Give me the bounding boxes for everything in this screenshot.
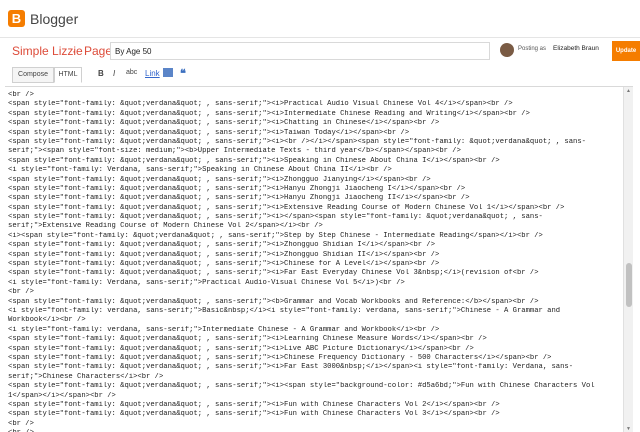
- code-line[interactable]: <i style="font-family: Verdana, sans-ser…: [8, 166, 620, 175]
- editor-scrollbar[interactable]: ▲ ▼: [623, 87, 633, 432]
- code-line[interactable]: 1</span></i></span><br />: [8, 392, 620, 401]
- code-line[interactable]: <span style="font-family: &quot;verdana&…: [8, 269, 620, 278]
- top-header: Blogger: [0, 0, 640, 38]
- code-line[interactable]: <span style="font-family: &quot;verdana&…: [8, 129, 620, 138]
- strikethrough-button[interactable]: abc: [126, 69, 137, 76]
- code-line[interactable]: serif;">Extensive Reading Course of Mode…: [8, 222, 620, 231]
- html-editor[interactable]: <br /> <span style="font-family: &quot;ve…: [5, 86, 633, 432]
- code-line[interactable]: <span style="font-family: &quot;verdana&…: [8, 138, 620, 147]
- code-line[interactable]: <span style="font-family: &quot;verdana&…: [8, 335, 620, 344]
- code-line[interactable]: <i style="font-family: verdana, sans-ser…: [8, 307, 620, 316]
- code-line[interactable]: <span style="font-family: &quot;verdana&…: [8, 176, 620, 185]
- post-header: Simple Lizzie · Page Posting as Elizabet…: [0, 38, 640, 64]
- blogger-logo-icon[interactable]: [8, 10, 25, 27]
- post-type-label: Page: [84, 44, 113, 58]
- scroll-down-arrow-icon[interactable]: ▼: [626, 426, 631, 432]
- update-button[interactable]: Update: [612, 41, 640, 61]
- bold-button[interactable]: B: [98, 69, 104, 78]
- code-line[interactable]: serif;"><span style="font-size: medium;"…: [8, 147, 620, 156]
- code-line[interactable]: <span style="font-family: &quot;verdana&…: [8, 260, 620, 269]
- code-line[interactable]: <span style="font-family: &quot;verdana&…: [8, 345, 620, 354]
- code-line[interactable]: <span style="font-family: &quot;verdana&…: [8, 110, 620, 119]
- code-line[interactable]: <span style="font-family: &quot;verdana&…: [8, 382, 620, 391]
- avatar[interactable]: [500, 43, 514, 57]
- compose-mode-tab[interactable]: Compose: [12, 67, 54, 83]
- code-line[interactable]: <i><span style="font-family: &quot;verda…: [8, 232, 620, 241]
- code-line[interactable]: <span style="font-family: &quot;verdana&…: [8, 100, 620, 109]
- html-code-area[interactable]: <br /> <span style="font-family: &quot;ve…: [8, 91, 620, 432]
- scroll-thumb[interactable]: [626, 263, 632, 307]
- code-line[interactable]: <span style="font-family: &quot;verdana&…: [8, 157, 620, 166]
- insert-image-icon[interactable]: [163, 68, 173, 77]
- user-name[interactable]: Elizabeth Braun: [553, 45, 599, 52]
- code-line[interactable]: <i style="font-family: verdana, sans-ser…: [8, 326, 620, 335]
- code-line[interactable]: <span style="font-family: &quot;verdana&…: [8, 251, 620, 260]
- code-line[interactable]: <span style="font-family: &quot;verdana&…: [8, 410, 620, 419]
- code-line[interactable]: Workbook</i><br />: [8, 316, 620, 325]
- code-line[interactable]: <br />: [8, 91, 620, 100]
- code-line[interactable]: <span style="font-family: &quot;verdana&…: [8, 204, 620, 213]
- code-line[interactable]: <span style="font-family: &quot;verdana&…: [8, 363, 620, 372]
- code-line[interactable]: serif;">Chinese Characters</i><br />: [8, 373, 620, 382]
- posting-as-label: Posting as: [518, 46, 547, 52]
- code-line[interactable]: <i style="font-family: Verdana, sans-ser…: [8, 279, 620, 288]
- code-line[interactable]: <br />: [8, 288, 620, 297]
- code-line[interactable]: <span style="font-family: &quot;verdana&…: [8, 354, 620, 363]
- code-line[interactable]: <span style="font-family: &quot;verdana&…: [8, 119, 620, 128]
- separator-dot: ·: [72, 44, 76, 58]
- code-line[interactable]: <span style="font-family: &quot;verdana&…: [8, 401, 620, 410]
- scroll-up-arrow-icon[interactable]: ▲: [626, 88, 631, 94]
- post-title-input[interactable]: [110, 42, 490, 60]
- code-line[interactable]: <span style="font-family: &quot;verdana&…: [8, 298, 620, 307]
- html-mode-tab[interactable]: HTML: [54, 67, 82, 83]
- italic-button[interactable]: I: [113, 69, 115, 78]
- code-line[interactable]: <span style="font-family: &quot;verdana&…: [8, 213, 620, 222]
- link-button[interactable]: Link: [145, 69, 160, 78]
- editor-toolbar: Compose HTML B I abc Link ❝: [0, 64, 640, 86]
- quote-button[interactable]: ❝: [180, 67, 186, 80]
- code-line[interactable]: <span style="font-family: &quot;verdana&…: [8, 194, 620, 203]
- code-line[interactable]: <br />: [8, 420, 620, 429]
- code-line[interactable]: <span style="font-family: &quot;verdana&…: [8, 241, 620, 250]
- app-brand[interactable]: Blogger: [30, 11, 78, 27]
- code-line[interactable]: <span style="font-family: &quot;verdana&…: [8, 185, 620, 194]
